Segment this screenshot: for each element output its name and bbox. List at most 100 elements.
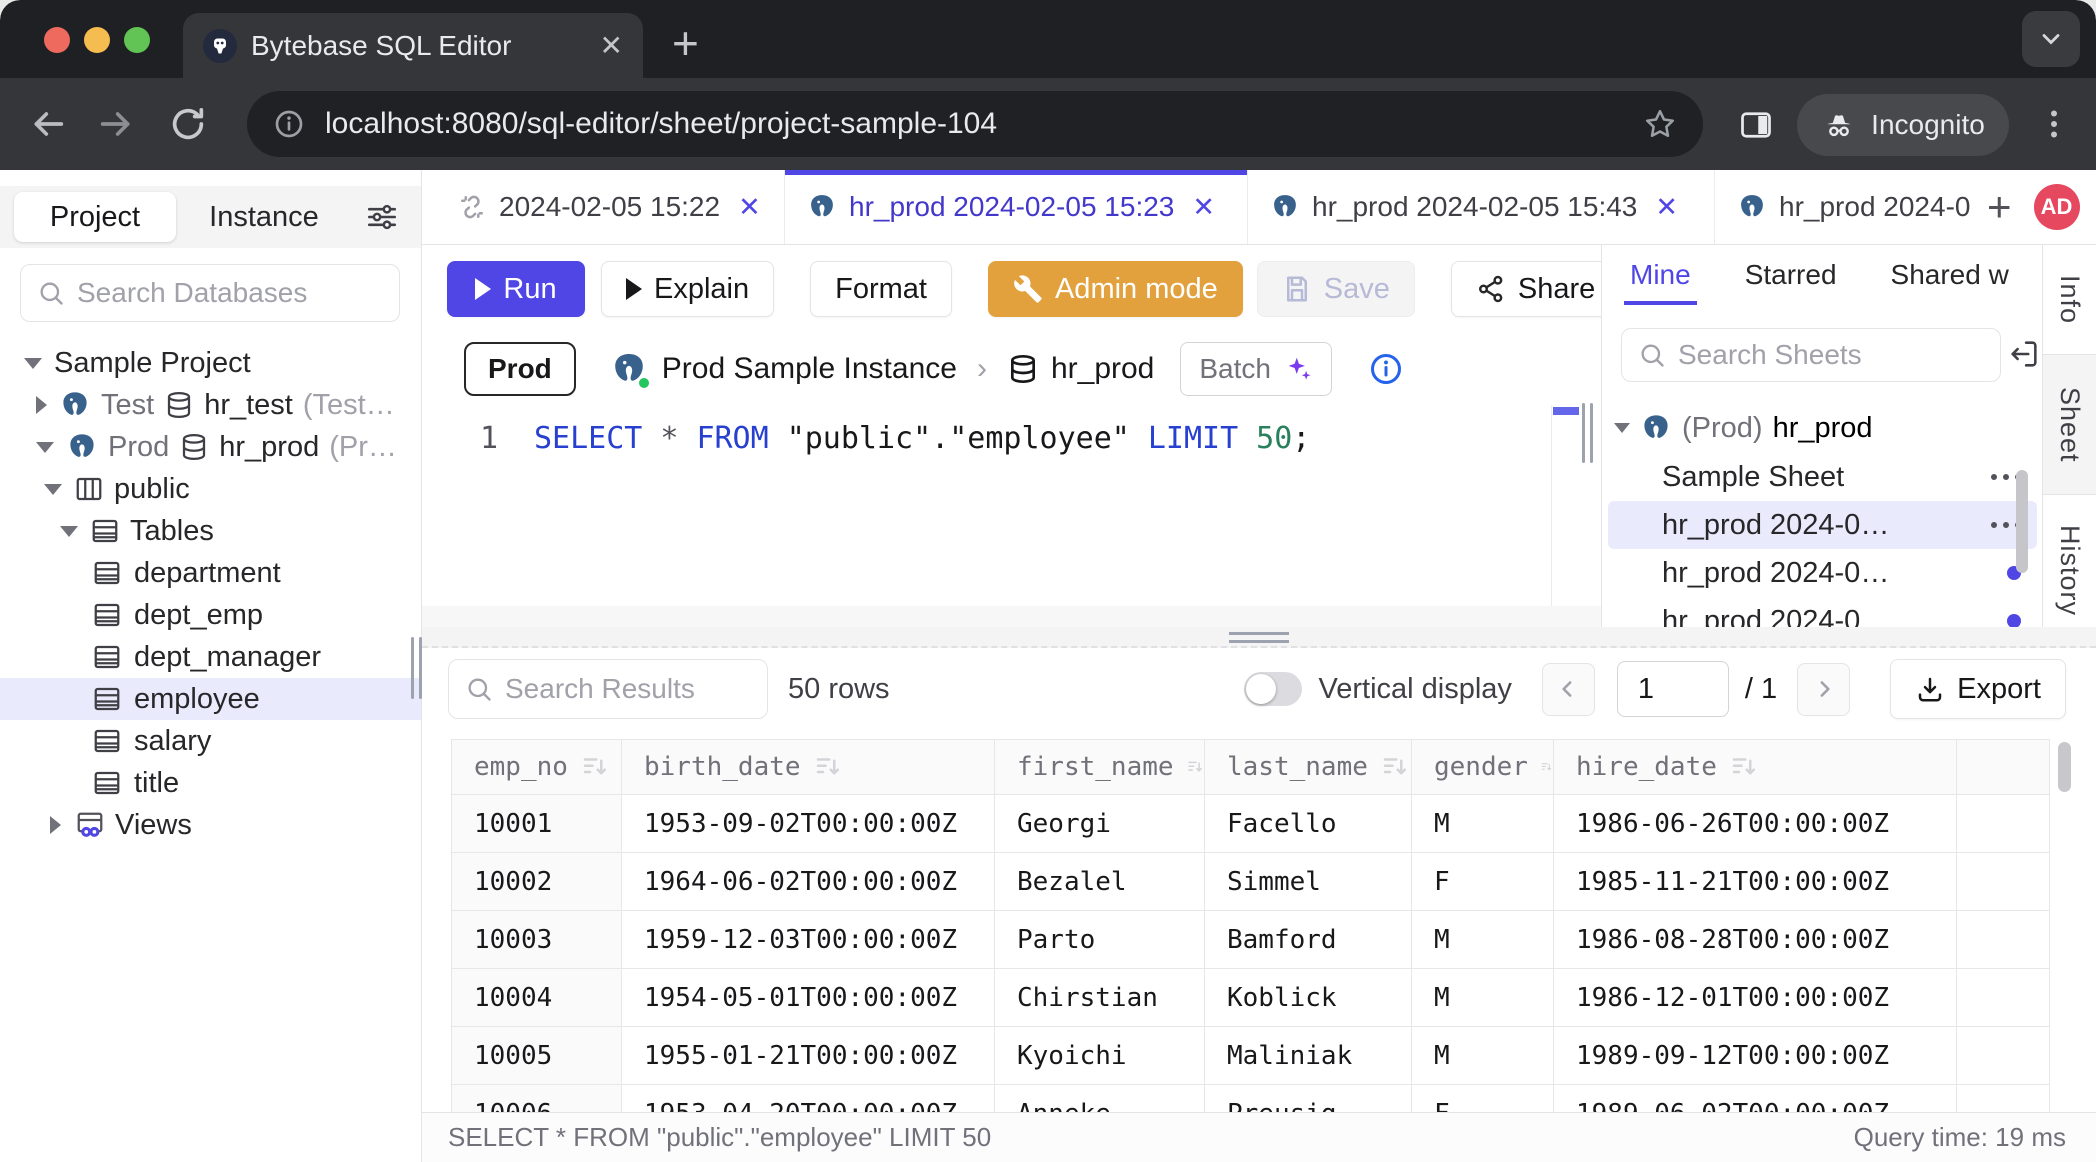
sheet-search[interactable]	[1621, 328, 2001, 382]
caret-down-icon[interactable]	[60, 526, 78, 537]
tree-item-table-department[interactable]: department	[0, 552, 421, 594]
sheet-tab-unsaved[interactable]: 2024-02-05 15:22 ✕	[435, 170, 785, 244]
browser-tab-close-icon[interactable]: ✕	[600, 32, 623, 60]
minimize-window-button[interactable]	[84, 27, 110, 53]
cell[interactable]: Georgi	[995, 795, 1205, 853]
cell[interactable]: 10003	[452, 911, 622, 969]
sheet-item-unsaved-clipped[interactable]: hr_prod 2024-0	[1608, 597, 2037, 627]
sort-icon[interactable]	[813, 752, 843, 782]
cell[interactable]: 1985-11-21T00:00:00Z	[1554, 853, 1957, 911]
sort-icon[interactable]	[1729, 752, 1759, 782]
cell[interactable]: 10005	[452, 1027, 622, 1085]
tab-sheet[interactable]: Sheet	[2043, 355, 2096, 495]
instance-name[interactable]: Prod Sample Instance	[662, 352, 957, 386]
sheet-item-selected[interactable]: hr_prod 2024-0…	[1608, 501, 2037, 549]
cell[interactable]: Bezalel	[995, 853, 1205, 911]
next-page-button[interactable]	[1797, 663, 1850, 716]
cell[interactable]: Anneke	[995, 1085, 1205, 1113]
tree-item-schema-public[interactable]: public	[0, 468, 421, 510]
tree-item-db-hr-test[interactable]: Test hr_test (Test…	[0, 384, 421, 426]
cell[interactable]: F	[1412, 853, 1554, 911]
column-header-gender[interactable]: gender	[1412, 740, 1554, 795]
cell[interactable]: Koblick	[1205, 969, 1412, 1027]
prev-page-button[interactable]	[1542, 663, 1595, 716]
zoom-window-button[interactable]	[124, 27, 150, 53]
browser-menu-icon[interactable]	[2036, 106, 2072, 142]
tab-shared[interactable]: Shared w	[1891, 259, 2009, 305]
info-icon[interactable]	[1368, 351, 1404, 387]
editor-minimap[interactable]	[1551, 405, 1579, 606]
tree-item-tables-group[interactable]: Tables	[0, 510, 421, 552]
collapse-panel-icon[interactable]	[2007, 337, 2041, 371]
results-resize-bar[interactable]	[422, 627, 2096, 648]
cell[interactable]: M	[1412, 969, 1554, 1027]
tree-item-views-group[interactable]: Views	[0, 804, 421, 846]
tree-item-table-dept-emp[interactable]: dept_emp	[0, 594, 421, 636]
batch-button[interactable]: Batch	[1180, 342, 1332, 396]
close-window-button[interactable]	[44, 27, 70, 53]
sheet-item-sample[interactable]: Sample Sheet	[1608, 453, 2037, 501]
cell[interactable]: 1989-09-12T00:00:00Z	[1554, 1027, 1957, 1085]
new-browser-tab-button[interactable]: +	[672, 16, 699, 70]
tab-project[interactable]: Project	[14, 192, 176, 242]
tab-info[interactable]: Info	[2043, 245, 2096, 355]
sort-icon[interactable]	[1380, 752, 1410, 782]
cell[interactable]: 1955-01-21T00:00:00Z	[622, 1027, 995, 1085]
tab-history[interactable]: History	[2043, 495, 2096, 648]
cell[interactable]: 1953-09-02T00:00:00Z	[622, 795, 995, 853]
back-icon[interactable]	[28, 104, 68, 144]
sheet-tab[interactable]: hr_prod 2024-02-05 15:43 ✕	[1248, 170, 1715, 244]
tree-item-table-employee-selected[interactable]: employee	[0, 678, 421, 720]
user-avatar[interactable]: AD	[2034, 184, 2080, 230]
table-row[interactable]: 100011953-09-02T00:00:00ZGeorgiFacelloM1…	[452, 795, 2050, 853]
tab-search-chevron-button[interactable]	[2022, 11, 2080, 67]
results-scrollbar[interactable]	[2058, 742, 2071, 792]
sort-icon[interactable]	[1186, 752, 1204, 782]
cell[interactable]: Facello	[1205, 795, 1412, 853]
table-row[interactable]: 100021964-06-02T00:00:00ZBezalelSimmelF1…	[452, 853, 2050, 911]
tab-starred[interactable]: Starred	[1745, 259, 1837, 305]
column-header-hire-date[interactable]: hire_date	[1554, 740, 1957, 795]
cell[interactable]: F	[1412, 1085, 1554, 1113]
sheet-tab-clipped[interactable]: hr_prod 2024-0	[1715, 170, 1973, 244]
sql-code-line[interactable]: SELECT*FROM"public"."employee"LIMIT50;	[534, 421, 1310, 456]
sheet-group-hr-prod[interactable]: (Prod) hr_prod	[1602, 403, 2043, 453]
cell[interactable]: 10001	[452, 795, 622, 853]
caret-right-icon[interactable]	[50, 816, 61, 834]
database-search[interactable]	[20, 264, 400, 322]
close-tab-icon[interactable]: ✕	[1192, 192, 1215, 223]
cell[interactable]: 10004	[452, 969, 622, 1027]
results-search-input[interactable]	[505, 673, 751, 705]
tree-item-table-title[interactable]: title	[0, 762, 421, 804]
table-row[interactable]: 100051955-01-21T00:00:00ZKyoichiMaliniak…	[452, 1027, 2050, 1085]
filter-settings-icon[interactable]	[365, 200, 399, 234]
sheet-search-input[interactable]	[1678, 339, 1984, 371]
database-name[interactable]: hr_prod	[1051, 352, 1154, 386]
share-button[interactable]: Share	[1451, 261, 1620, 317]
export-button[interactable]: Export	[1890, 659, 2066, 719]
vertical-display-toggle[interactable]	[1244, 672, 1302, 706]
cell[interactable]: 10006	[452, 1085, 622, 1113]
sort-icon[interactable]	[1540, 752, 1553, 782]
caret-down-icon[interactable]	[44, 484, 62, 495]
cell[interactable]: 1953-04-20T00:00:00Z	[622, 1085, 995, 1113]
site-info-icon[interactable]	[273, 108, 305, 140]
forward-icon[interactable]	[96, 104, 136, 144]
tree-item-table-salary[interactable]: salary	[0, 720, 421, 762]
cell[interactable]: Maliniak	[1205, 1027, 1412, 1085]
cell[interactable]: 1986-08-28T00:00:00Z	[1554, 911, 1957, 969]
column-header-birth-date[interactable]: birth_date	[622, 740, 995, 795]
run-button[interactable]: Run	[447, 261, 585, 317]
cell[interactable]: 10002	[452, 853, 622, 911]
resize-handle-icon[interactable]	[1229, 632, 1289, 648]
cell[interactable]: Preusig	[1205, 1085, 1412, 1113]
cell[interactable]: 1986-12-01T00:00:00Z	[1554, 969, 1957, 1027]
cell[interactable]: M	[1412, 795, 1554, 853]
cell[interactable]: M	[1412, 911, 1554, 969]
explain-button[interactable]: Explain	[601, 261, 774, 317]
save-button[interactable]: Save	[1257, 261, 1415, 317]
table-row[interactable]: 100061953-04-20T00:00:00ZAnnekePreusigF1…	[452, 1085, 2050, 1113]
page-number-input[interactable]	[1617, 661, 1729, 717]
caret-down-icon[interactable]	[24, 358, 42, 369]
cell[interactable]: Simmel	[1205, 853, 1412, 911]
